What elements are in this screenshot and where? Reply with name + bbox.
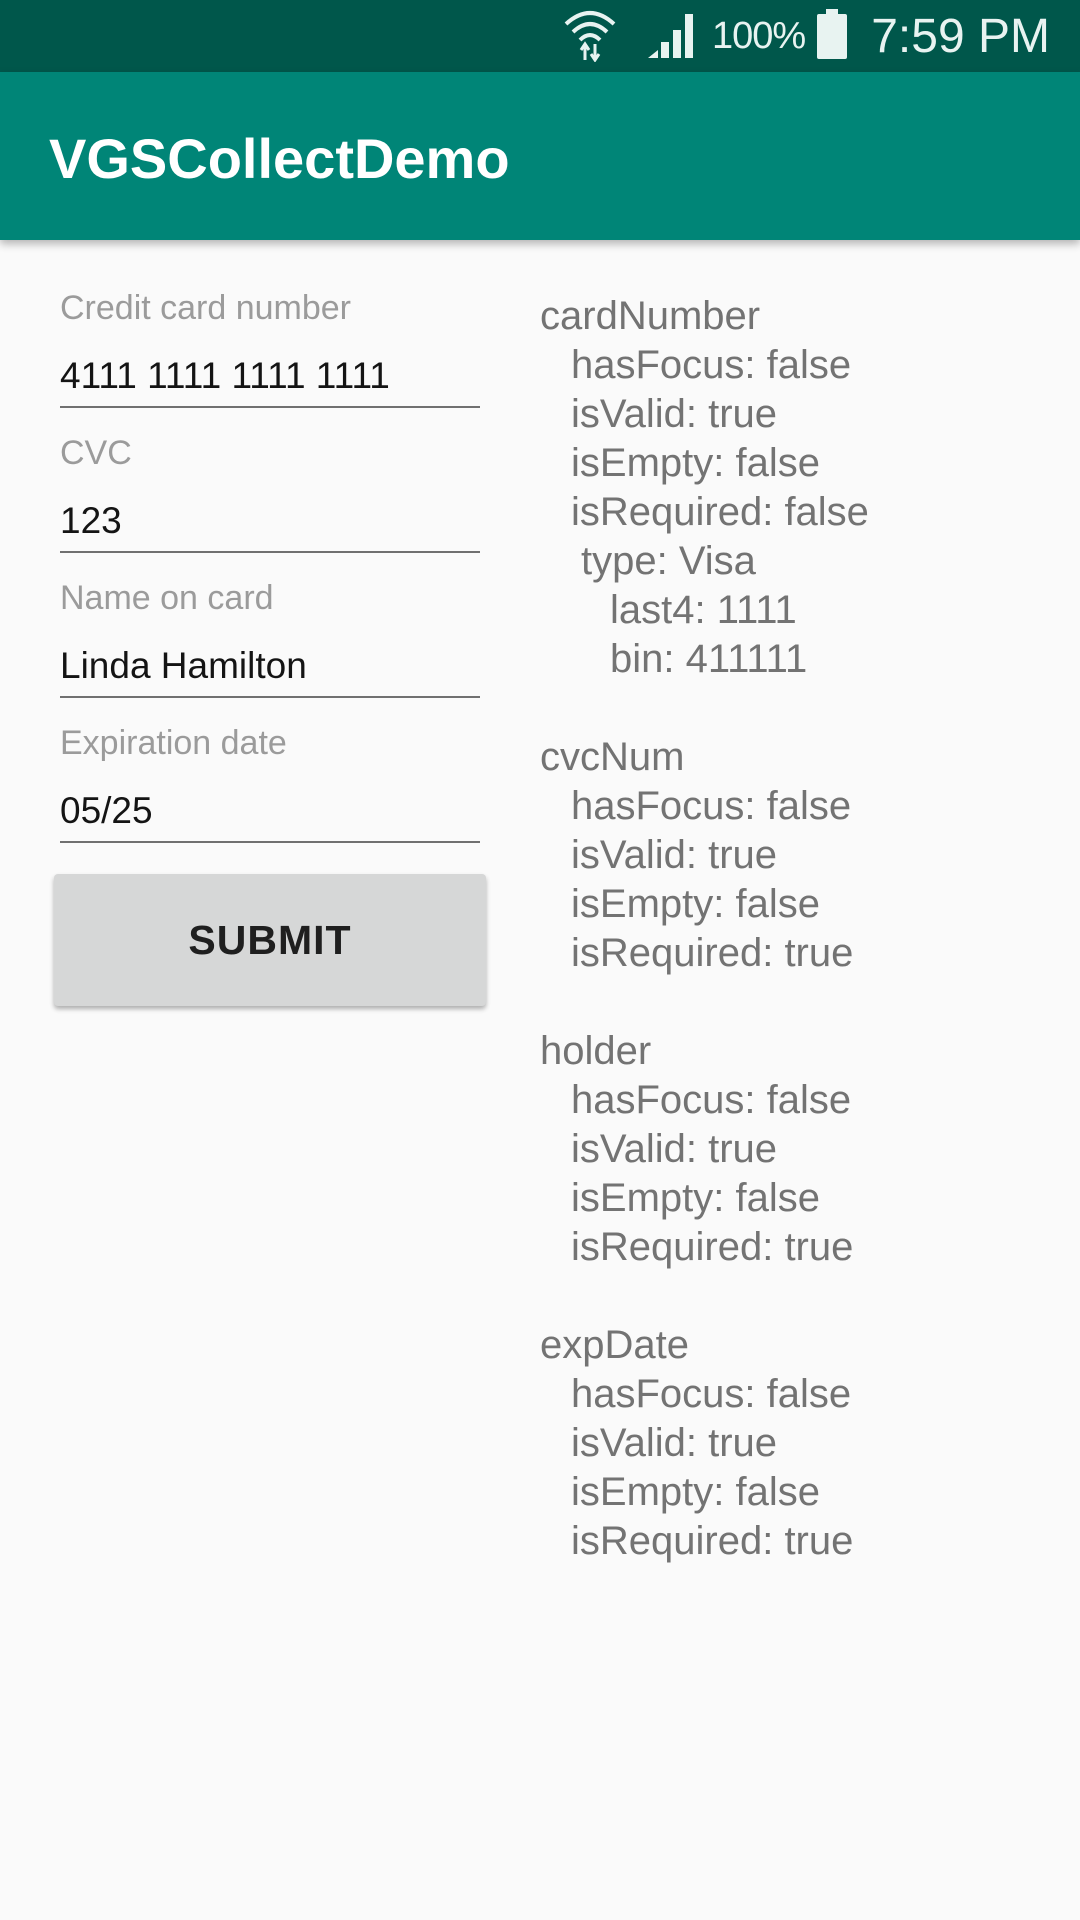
state-has-focus: hasFocus: false [571,343,852,387]
card-number-state: cardNumber hasFocus: false isValid: true… [540,292,1060,684]
status-bar: 100% 7:59 PM [0,0,1080,72]
state-is-valid: isValid: true [571,833,778,877]
exp-date-state: expDate hasFocus: false isValid: true is… [540,1321,1060,1566]
card-number-label: Credit card number [60,289,352,327]
state-is-valid: isValid: true [571,392,778,436]
state-title: cvcNum [540,735,685,779]
state-has-focus: hasFocus: false [571,784,852,828]
state-last4: last4: 1111 [610,588,797,632]
card-number-field[interactable]: Credit card number 4111 1111 1111 1111 [60,240,480,408]
state-has-focus: hasFocus: false [571,1078,852,1122]
state-is-required: isRequired: true [571,1519,854,1563]
state-is-empty: isEmpty: false [571,1176,820,1220]
app-bar: VGSCollectDemo [0,72,1080,240]
state-bin: bin: 411111 [610,637,808,681]
submit-button[interactable]: SUBMIT [54,874,486,1006]
status-indicators: 100% 7:59 PM [562,0,1050,72]
wifi-icon [562,6,618,67]
cvc-state: cvcNum hasFocus: false isValid: true isE… [540,733,1060,978]
state-is-empty: isEmpty: false [571,1470,820,1514]
expiration-date-label: Expiration date [60,724,287,762]
expiration-date-underline [60,841,480,843]
state-is-empty: isEmpty: false [571,882,820,926]
card-holder-field[interactable]: Name on card Linda Hamilton [60,530,480,698]
cvc-label: CVC [60,434,132,472]
state-is-required: isRequired: false [571,490,869,534]
battery-percent: 100% [712,14,806,57]
state-is-required: isRequired: true [571,1225,854,1269]
battery-icon [817,8,848,64]
state-is-valid: isValid: true [571,1421,778,1465]
status-clock: 7:59 PM [871,9,1050,63]
app-title: VGSCollectDemo [49,127,510,190]
card-holder-label: Name on card [60,579,274,617]
signal-strength-icon [646,8,698,65]
cvc-field[interactable]: CVC 123 [60,385,480,553]
state-title: cardNumber [540,294,761,338]
state-card-type: type: Visa [581,539,756,583]
state-is-empty: isEmpty: false [571,441,820,485]
expiration-date-input[interactable]: 05/25 [60,790,153,832]
holder-state: holder hasFocus: false isValid: true isE… [540,1027,1060,1272]
state-has-focus: hasFocus: false [571,1372,852,1416]
state-title: holder [540,1029,652,1073]
expiration-date-field[interactable]: Expiration date 05/25 [60,675,480,843]
state-title: expDate [540,1323,689,1367]
state-is-valid: isValid: true [571,1127,778,1171]
state-is-required: isRequired: true [571,931,854,975]
field-state-panel: cardNumber hasFocus: false isValid: true… [540,292,1060,1615]
